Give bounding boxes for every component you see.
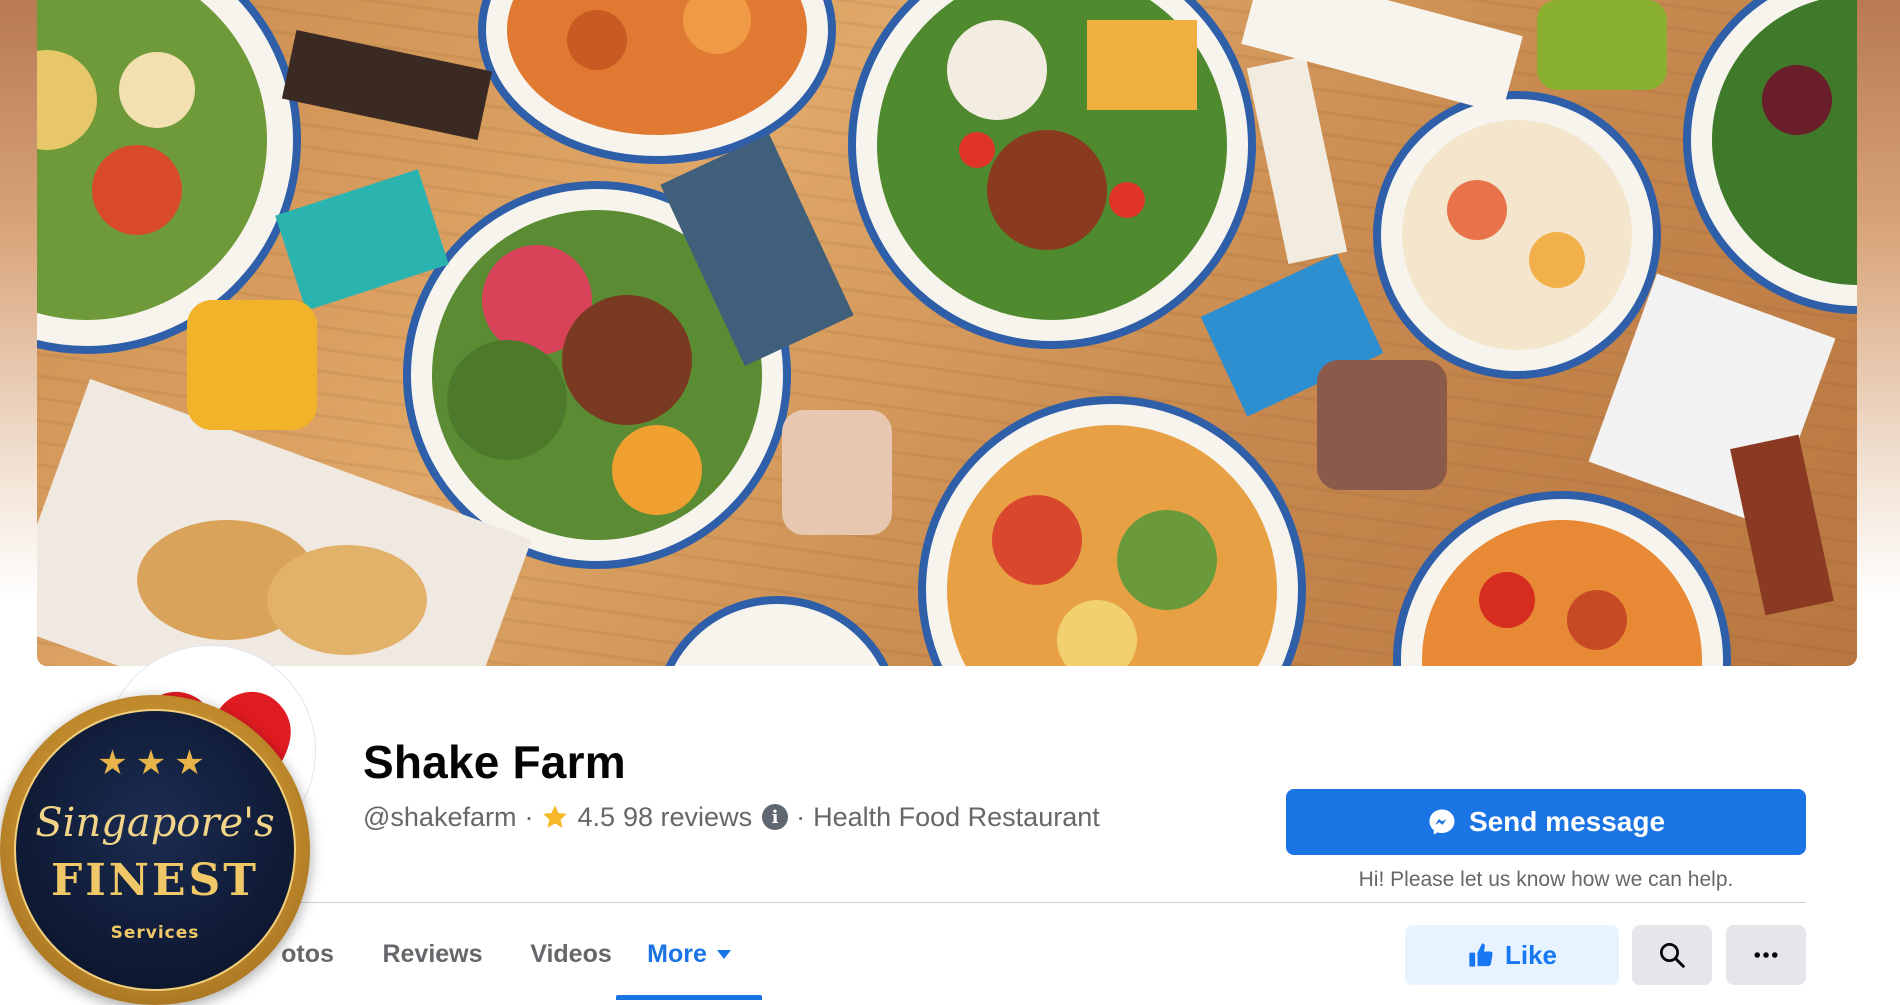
veg-bowl-right bbox=[1393, 491, 1731, 666]
tab-reviews[interactable]: Reviews bbox=[365, 908, 500, 1000]
badge-subtitle: Services bbox=[110, 923, 200, 943]
badge-script-text: Singapore's bbox=[35, 800, 275, 846]
rating-value: 4.5 bbox=[577, 801, 616, 832]
tab-more-label: More bbox=[647, 939, 707, 968]
page-handle[interactable]: @shakefarm bbox=[363, 802, 516, 833]
help-text: Hi! Please let us know how we can help. bbox=[1358, 868, 1734, 891]
send-message-label: Send message bbox=[1468, 806, 1666, 837]
send-message-button[interactable]: Send message bbox=[1286, 789, 1806, 855]
search-icon bbox=[1660, 943, 1685, 968]
messenger-icon bbox=[1429, 809, 1455, 835]
base-bar bbox=[281, 29, 493, 141]
page-meta: @shakefarm · 4.5 98 reviews i · Health F… bbox=[363, 800, 1100, 834]
choco-shake bbox=[1317, 360, 1447, 490]
salad-plate-center bbox=[848, 0, 1256, 349]
think-bar bbox=[1246, 55, 1348, 265]
tab-more[interactable]: More bbox=[616, 908, 762, 1000]
orange-juice bbox=[187, 300, 317, 430]
like-label: Like bbox=[1504, 939, 1558, 970]
cover-photo-illustration bbox=[37, 0, 1857, 666]
caret-down-icon bbox=[716, 949, 731, 959]
green-juice bbox=[1537, 0, 1667, 90]
badge-stars: ★★★ bbox=[97, 744, 213, 782]
acai-bowl bbox=[1373, 91, 1661, 379]
like-button[interactable]: Like bbox=[1405, 925, 1619, 985]
salad-plate-right bbox=[1683, 0, 1857, 314]
reviews-count[interactable]: 98 reviews bbox=[623, 802, 752, 833]
info-icon[interactable]: i bbox=[762, 804, 789, 830]
page-title: Shake Farm bbox=[363, 736, 626, 788]
salad-plate-left bbox=[37, 0, 301, 354]
badge-title: FINEST bbox=[50, 855, 260, 906]
milk-drink bbox=[782, 410, 892, 535]
singapores-finest-badge: ★★★ Singapore's FINEST Services bbox=[0, 695, 310, 1005]
search-button[interactable] bbox=[1632, 925, 1712, 985]
bounce-pack-left bbox=[275, 169, 449, 311]
separator: · bbox=[796, 801, 806, 832]
small-bowl-bottom bbox=[665, 596, 889, 666]
star-icon bbox=[543, 805, 568, 828]
sweet-potato-bowl bbox=[478, 0, 836, 164]
divider bbox=[250, 902, 1806, 903]
quinoa-bowl bbox=[918, 396, 1306, 666]
thumbs-up-icon bbox=[1469, 943, 1493, 967]
more-horizontal-icon bbox=[1754, 952, 1778, 958]
cover-photo[interactable] bbox=[37, 0, 1857, 666]
more-options-button[interactable] bbox=[1726, 925, 1806, 985]
page-category[interactable]: Health Food Restaurant bbox=[813, 802, 1100, 833]
rxbar bbox=[1730, 434, 1834, 616]
separator: · bbox=[524, 801, 534, 832]
